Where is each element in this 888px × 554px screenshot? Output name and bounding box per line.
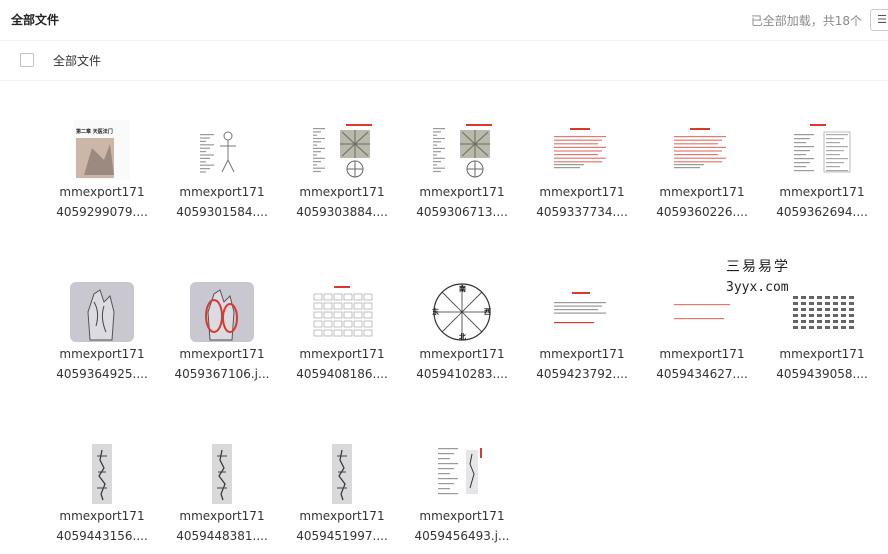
file-thumbnail[interactable]: [190, 444, 254, 504]
file-item[interactable]: mmexport171 4059448381....: [167, 404, 277, 554]
file-thumbnail[interactable]: [70, 444, 134, 504]
file-item[interactable]: mmexport171 4059303884....: [287, 80, 397, 230]
file-name-line1: mmexport171: [179, 347, 265, 361]
file-item[interactable]: mmexport171 4059364925....: [47, 242, 157, 392]
file-name-line2: 4059434627....: [656, 367, 748, 381]
file-item[interactable]: mmexport171 4059360226....: [647, 80, 757, 230]
file-thumbnail[interactable]: [70, 282, 134, 342]
file-name-line1: mmexport171: [539, 347, 625, 361]
file-name-line2: 4059306713....: [416, 205, 508, 219]
file-name-line2: 4059364925....: [56, 367, 148, 381]
file-item[interactable]: mmexport171 4059306713....: [407, 80, 517, 230]
file-name-line2: 4059451997....: [296, 529, 388, 543]
file-name-line2: 4059362694....: [776, 205, 868, 219]
list-menu-icon: ☰: [877, 13, 887, 26]
file-item[interactable]: mmexport171 4059443156....: [47, 404, 157, 554]
file-thumbnail[interactable]: [190, 120, 254, 180]
file-name-line2: 4059439058....: [776, 367, 868, 381]
file-name-line1: mmexport171: [299, 509, 385, 523]
file-thumbnail[interactable]: [310, 444, 374, 504]
file-grid: 第二章 天医法门 mmexport171 4059299079.... mmexpor…: [0, 80, 888, 549]
file-name-line2: 4059443156....: [56, 529, 148, 543]
watermark-line1: 三易易学: [726, 259, 790, 275]
file-name-line1: mmexport171: [419, 347, 505, 361]
breadcrumb[interactable]: 全部文件: [53, 52, 101, 69]
watermark: 三易易学 3yyx.com: [726, 256, 790, 295]
file-item[interactable]: 南北 东 西 mmexport171 4059410283....: [407, 242, 517, 392]
file-name-line2: 4059410283....: [416, 367, 508, 381]
file-name-line1: mmexport171: [59, 347, 145, 361]
file-name-line2: 4059360226....: [656, 205, 748, 219]
file-thumbnail[interactable]: [430, 444, 494, 504]
file-name-line1: mmexport171: [659, 185, 745, 199]
file-item[interactable]: mmexport171 4059362694....: [767, 80, 877, 230]
file-item[interactable]: mmexport171 4059301584....: [167, 80, 277, 230]
file-name-line2: 4059456493.j...: [414, 529, 510, 543]
file-name-line1: mmexport171: [59, 185, 145, 199]
file-name-line1: mmexport171: [299, 185, 385, 199]
file-thumbnail[interactable]: [790, 282, 854, 342]
file-thumbnail[interactable]: [670, 120, 734, 180]
file-name-line1: mmexport171: [659, 347, 745, 361]
file-item[interactable]: mmexport171 4059337734....: [527, 80, 637, 230]
file-thumbnail[interactable]: 南北 东 西: [430, 282, 494, 342]
file-name-line2: 4059299079....: [56, 205, 148, 219]
select-all-checkbox[interactable]: [20, 53, 34, 67]
file-name-line2: 4059423792....: [536, 367, 628, 381]
file-name-line1: mmexport171: [299, 347, 385, 361]
file-name-line2: 4059367106.j...: [174, 367, 270, 381]
watermark-line2: 3yyx.com: [726, 280, 789, 295]
compass-e-label: 东: [432, 308, 439, 316]
page-title: 全部文件: [11, 13, 60, 27]
file-name-line2: 4059448381....: [176, 529, 268, 543]
thumbnail-caption: 第二章 天医法门: [76, 129, 113, 135]
file-name-line2: 4059408186....: [296, 367, 388, 381]
file-name-line2: 4059301584....: [176, 205, 268, 219]
file-name-line1: mmexport171: [179, 185, 265, 199]
list-menu-button[interactable]: ☰: [870, 9, 888, 31]
file-thumbnail[interactable]: 第二章 天医法门: [70, 120, 134, 180]
file-thumbnail[interactable]: [550, 120, 614, 180]
load-status: 已全部加载，共18个: [750, 14, 862, 28]
file-item[interactable]: mmexport171 4059367106.j...: [167, 242, 277, 392]
compass-n-label: 南: [459, 285, 466, 293]
compass-s-label: 北: [459, 333, 466, 341]
sub-header: 全部文件: [0, 40, 888, 81]
file-name-line1: mmexport171: [59, 509, 145, 523]
file-thumbnail[interactable]: [790, 120, 854, 180]
file-thumbnail[interactable]: [430, 120, 494, 180]
file-name-line1: mmexport171: [419, 185, 505, 199]
file-name-line2: 4059303884....: [296, 205, 388, 219]
file-thumbnail[interactable]: [550, 282, 614, 342]
top-bar: 全部文件 已全部加载，共18个 ☰: [0, 0, 888, 41]
file-thumbnail[interactable]: [670, 282, 734, 342]
file-name-line1: mmexport171: [779, 347, 865, 361]
file-name-line1: mmexport171: [179, 509, 265, 523]
file-thumbnail[interactable]: [190, 282, 254, 342]
file-item[interactable]: mmexport171 4059456493.j...: [407, 404, 517, 554]
file-name-line1: mmexport171: [419, 509, 505, 523]
compass-w-label: 西: [484, 308, 491, 316]
file-name-line2: 4059337734....: [536, 205, 628, 219]
file-thumbnail[interactable]: [310, 120, 374, 180]
file-item[interactable]: mmexport171 4059408186....: [287, 242, 397, 392]
file-item[interactable]: mmexport171 4059451997....: [287, 404, 397, 554]
file-thumbnail[interactable]: [310, 282, 374, 342]
file-item[interactable]: mmexport171 4059423792....: [527, 242, 637, 392]
file-item[interactable]: 第二章 天医法门 mmexport171 4059299079....: [47, 80, 157, 230]
file-name-line1: mmexport171: [539, 185, 625, 199]
file-name-line1: mmexport171: [779, 185, 865, 199]
